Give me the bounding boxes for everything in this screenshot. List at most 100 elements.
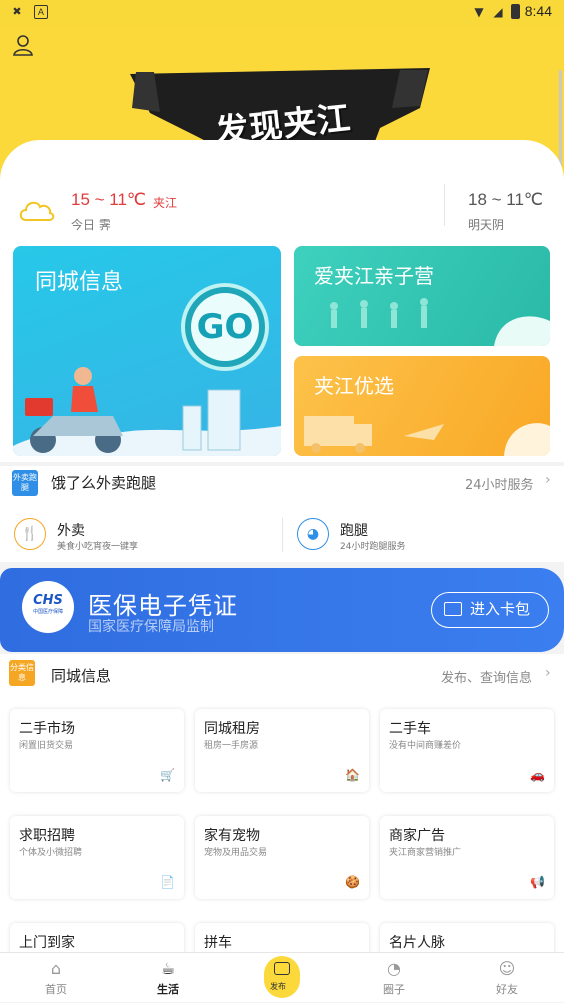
tomorrow-temperature: 18 ~ 11℃ bbox=[468, 190, 544, 209]
card-subtitle: 租房一手房源 bbox=[204, 741, 259, 751]
children-silhouettes bbox=[330, 298, 550, 346]
notification-a-icon: A bbox=[34, 5, 48, 19]
bottom-tab-bar: ⌂ 首页 ☕ 生活 发布 ◔ 圈子 ☺ 好友 bbox=[0, 952, 564, 1002]
card-subtitle: 夹江商家营销推广 bbox=[389, 848, 462, 858]
selection-tile[interactable]: 夹江优选 bbox=[294, 356, 550, 456]
weather-card: 15 ~ 11℃ 夹江 今日 霁 18 ~ 11℃ 明天阴 bbox=[0, 140, 564, 240]
parent-child-tile[interactable]: 爱夹江亲子营 bbox=[294, 246, 550, 346]
tab-label: 首页 bbox=[45, 983, 67, 996]
card-title: 上门到家 bbox=[19, 935, 75, 951]
tab-label: 生活 bbox=[157, 983, 179, 996]
megaphone-icon: 📢 bbox=[530, 875, 545, 889]
classified-section: 分类信息 同城信息 发布、查询信息 › 二手市场 闲置旧货交易 🛒 同城租房 租… bbox=[0, 654, 564, 963]
category-card-merchant-ads[interactable]: 商家广告 夹江商家营销推广 📢 bbox=[380, 816, 554, 899]
errand-subtitle: 24小时跑腿服务 bbox=[340, 542, 406, 552]
card-title: 二手市场 bbox=[19, 721, 75, 737]
tomorrow-weather-desc: 明天阴 bbox=[468, 218, 505, 232]
cloud-icon bbox=[19, 201, 55, 221]
category-card-rental[interactable]: 同城租房 租房一手房源 🏠 bbox=[195, 709, 369, 792]
chevron-right-icon[interactable]: › bbox=[545, 472, 551, 488]
go-label: GO bbox=[191, 293, 259, 361]
classified-right-text[interactable]: 发布、查询信息 bbox=[441, 667, 532, 686]
card-title: 名片人脉 bbox=[389, 935, 445, 951]
footprint-icon: ◕ bbox=[297, 518, 329, 550]
enter-card-wallet-button[interactable]: 进入卡包 bbox=[431, 592, 549, 628]
publish-button[interactable]: 发布 bbox=[264, 956, 300, 998]
errand-title: 跑腿 bbox=[340, 523, 368, 539]
battery-icon bbox=[511, 4, 520, 19]
divider bbox=[444, 184, 445, 226]
tab-friends[interactable]: ☺ 好友 bbox=[451, 953, 563, 1003]
tab-circle[interactable]: ◔ 圈子 bbox=[338, 953, 450, 1003]
takeout-item[interactable]: 🍴 外卖 美食小吃宵夜一键享 bbox=[14, 518, 274, 554]
tab-home[interactable]: ⌂ 首页 bbox=[0, 953, 112, 1003]
delivery-right-text[interactable]: 24小时服务 bbox=[465, 474, 534, 493]
category-card-pets[interactable]: 家有宠物 宠物及用品交易 🍪 bbox=[195, 816, 369, 899]
classified-title: 同城信息 bbox=[51, 667, 112, 685]
card-subtitle: 宠物及用品交易 bbox=[204, 848, 268, 858]
medical-card-banner[interactable]: CHS 中国医疗保障 医保电子凭证 国家医疗保障局监制 进入卡包 bbox=[0, 568, 564, 652]
tab-label: 发布 bbox=[270, 982, 286, 991]
home-icon: ⌂ bbox=[50, 959, 62, 978]
chs-logo-subtext: 中国医疗保障 bbox=[32, 609, 63, 615]
category-card-secondhand-market[interactable]: 二手市场 闲置旧货交易 🛒 bbox=[10, 709, 184, 792]
takeout-title: 外卖 bbox=[57, 523, 85, 539]
card-subtitle: 没有中间商赚差价 bbox=[389, 741, 462, 751]
pet-food-icon: 🍪 bbox=[345, 875, 360, 889]
classified-badge: 分类信息 bbox=[9, 660, 35, 686]
house-icon: 🏠 bbox=[345, 768, 360, 782]
card-title: 同城租房 bbox=[204, 721, 260, 737]
chat-bubble-icon bbox=[274, 962, 290, 975]
card-title: 二手车 bbox=[389, 721, 431, 737]
tab-publish[interactable]: 发布 bbox=[226, 953, 338, 1003]
notification-x-icon: ✖ bbox=[12, 5, 22, 18]
category-card-used-car[interactable]: 二手车 没有中间商赚差价 🚗 bbox=[380, 709, 554, 792]
delivery-title: 饿了么外卖跑腿 bbox=[51, 474, 157, 492]
clock: 8:44 bbox=[524, 3, 552, 19]
truck-illustration bbox=[304, 416, 550, 456]
enter-card-wallet-label: 进入卡包 bbox=[470, 600, 531, 618]
card-title: 商家广告 bbox=[389, 828, 445, 844]
classified-badge-text: 分类信息 bbox=[10, 663, 34, 682]
scooter-illustration bbox=[13, 367, 281, 456]
takeout-subtitle: 美食小吃宵夜一键享 bbox=[57, 542, 139, 552]
card-title: 家有宠物 bbox=[204, 828, 260, 844]
tab-label: 圈子 bbox=[383, 983, 405, 996]
aperture-icon: ◔ bbox=[387, 959, 401, 978]
card-wallet-icon bbox=[444, 602, 462, 616]
signal-icon: ◢ bbox=[493, 5, 503, 19]
chs-logo-text: CHS bbox=[33, 593, 63, 608]
fork-knife-icon: 🍴 bbox=[14, 518, 46, 550]
weather-location: 夹江 bbox=[153, 196, 178, 210]
delivery-section: 外卖跑腿 饿了么外卖跑腿 24小时服务 › 🍴 外卖 美食小吃宵夜一键享 ◕ 跑… bbox=[0, 466, 564, 562]
person-icon: ☺ bbox=[498, 959, 516, 978]
city-info-tile[interactable]: 同城信息 GO bbox=[13, 246, 281, 456]
wifi-icon: ▼ bbox=[474, 5, 484, 19]
card-title: 拼车 bbox=[204, 935, 232, 951]
card-subtitle: 个体及小微招聘 bbox=[19, 848, 83, 858]
divider bbox=[282, 518, 283, 552]
chevron-right-icon[interactable]: › bbox=[545, 665, 551, 681]
go-badge: GO bbox=[181, 283, 269, 371]
parent-child-tile-title: 爱夹江亲子营 bbox=[314, 264, 434, 288]
car-icon: 🚗 bbox=[530, 768, 545, 782]
today-temperature: 15 ~ 11℃ bbox=[71, 190, 147, 209]
chs-logo: CHS 中国医疗保障 bbox=[22, 581, 74, 633]
today-weather-desc: 今日 霁 bbox=[71, 218, 111, 232]
resume-icon: 📄 bbox=[160, 875, 175, 889]
medical-subtitle: 国家医疗保障局监制 bbox=[88, 619, 214, 635]
cart-icon: 🛒 bbox=[160, 768, 175, 782]
selection-tile-title: 夹江优选 bbox=[314, 374, 394, 398]
card-subtitle: 闲置旧货交易 bbox=[19, 741, 74, 751]
user-icon[interactable] bbox=[12, 34, 34, 56]
card-title: 求职招聘 bbox=[19, 828, 75, 844]
delivery-badge-text: 外卖跑腿 bbox=[13, 473, 37, 492]
tab-label: 好友 bbox=[496, 983, 518, 996]
tab-life[interactable]: ☕ 生活 bbox=[112, 953, 224, 1003]
city-info-tile-title: 同城信息 bbox=[35, 270, 124, 295]
delivery-badge: 外卖跑腿 bbox=[12, 470, 38, 496]
errand-item[interactable]: ◕ 跑腿 24小时跑腿服务 bbox=[297, 518, 547, 554]
category-card-jobs[interactable]: 求职招聘 个体及小微招聘 📄 bbox=[10, 816, 184, 899]
status-bar: ✖ A ▼ ◢ 8:44 bbox=[0, 0, 564, 26]
coffee-cup-icon: ☕ bbox=[160, 959, 176, 978]
